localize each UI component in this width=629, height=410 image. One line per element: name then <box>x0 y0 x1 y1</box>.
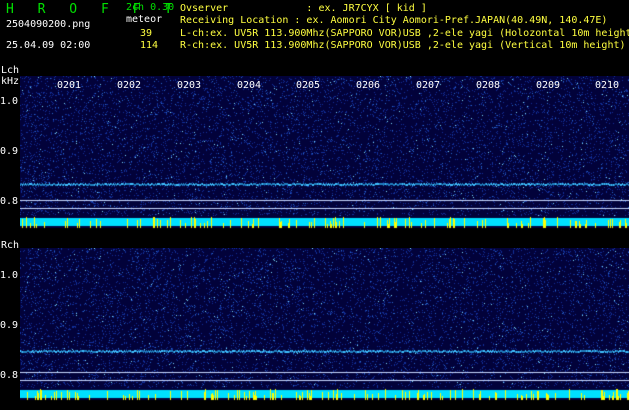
rch-tick-0.8: 0.8 <box>0 370 19 381</box>
rch-tick-1.0: 1.0 <box>0 270 19 281</box>
rch-info: R-ch:ex. UV5R 113.900Mhz(SAPPORO VOR)USB… <box>180 40 626 51</box>
lch-tick-0.8: 0.8 <box>0 196 19 207</box>
lch-meteor-count: 39 <box>140 28 153 39</box>
khz-label: kHz <box>1 76 20 87</box>
lch-tick-0.9: 0.9 <box>0 146 19 157</box>
time-label: 0210 <box>595 80 620 91</box>
time-label: 0209 <box>536 80 561 91</box>
time-label: 0205 <box>296 80 321 91</box>
time-label: 0207 <box>416 80 441 91</box>
time-label: 0202 <box>117 80 142 91</box>
observer-info: Ovserver : ex. JR7CYX [ kid ] <box>180 3 427 14</box>
time-label: 0206 <box>356 80 381 91</box>
rch-waterfall-canvas <box>20 248 629 404</box>
meteor-label: meteor <box>126 14 163 25</box>
lch-waterfall-canvas <box>20 76 629 232</box>
time-label: 0204 <box>237 80 262 91</box>
rch-waterfall <box>20 248 629 404</box>
time-label: 0203 <box>177 80 202 91</box>
rch-tick-0.9: 0.9 <box>0 320 19 331</box>
location-info: Receiving Location : ex. Aomori City Aom… <box>180 15 608 26</box>
filename: 2504090200.png <box>6 19 91 30</box>
rch-meteor-count: 114 <box>140 40 159 51</box>
datetime: 25.04.09 02:00 <box>6 40 91 51</box>
lch-tick-1.0: 1.0 <box>0 96 19 107</box>
rch-label: Rch <box>1 240 20 251</box>
lch-info: L-ch:ex. UV5R 113.900Mhz(SAPPORO VOR)USB… <box>180 28 629 39</box>
time-label: 0201 <box>57 80 82 91</box>
lch-waterfall <box>20 76 629 232</box>
app-version: 2ch 0.30 <box>126 2 175 13</box>
lch-label: Lch <box>1 65 20 76</box>
time-label: 0208 <box>476 80 501 91</box>
